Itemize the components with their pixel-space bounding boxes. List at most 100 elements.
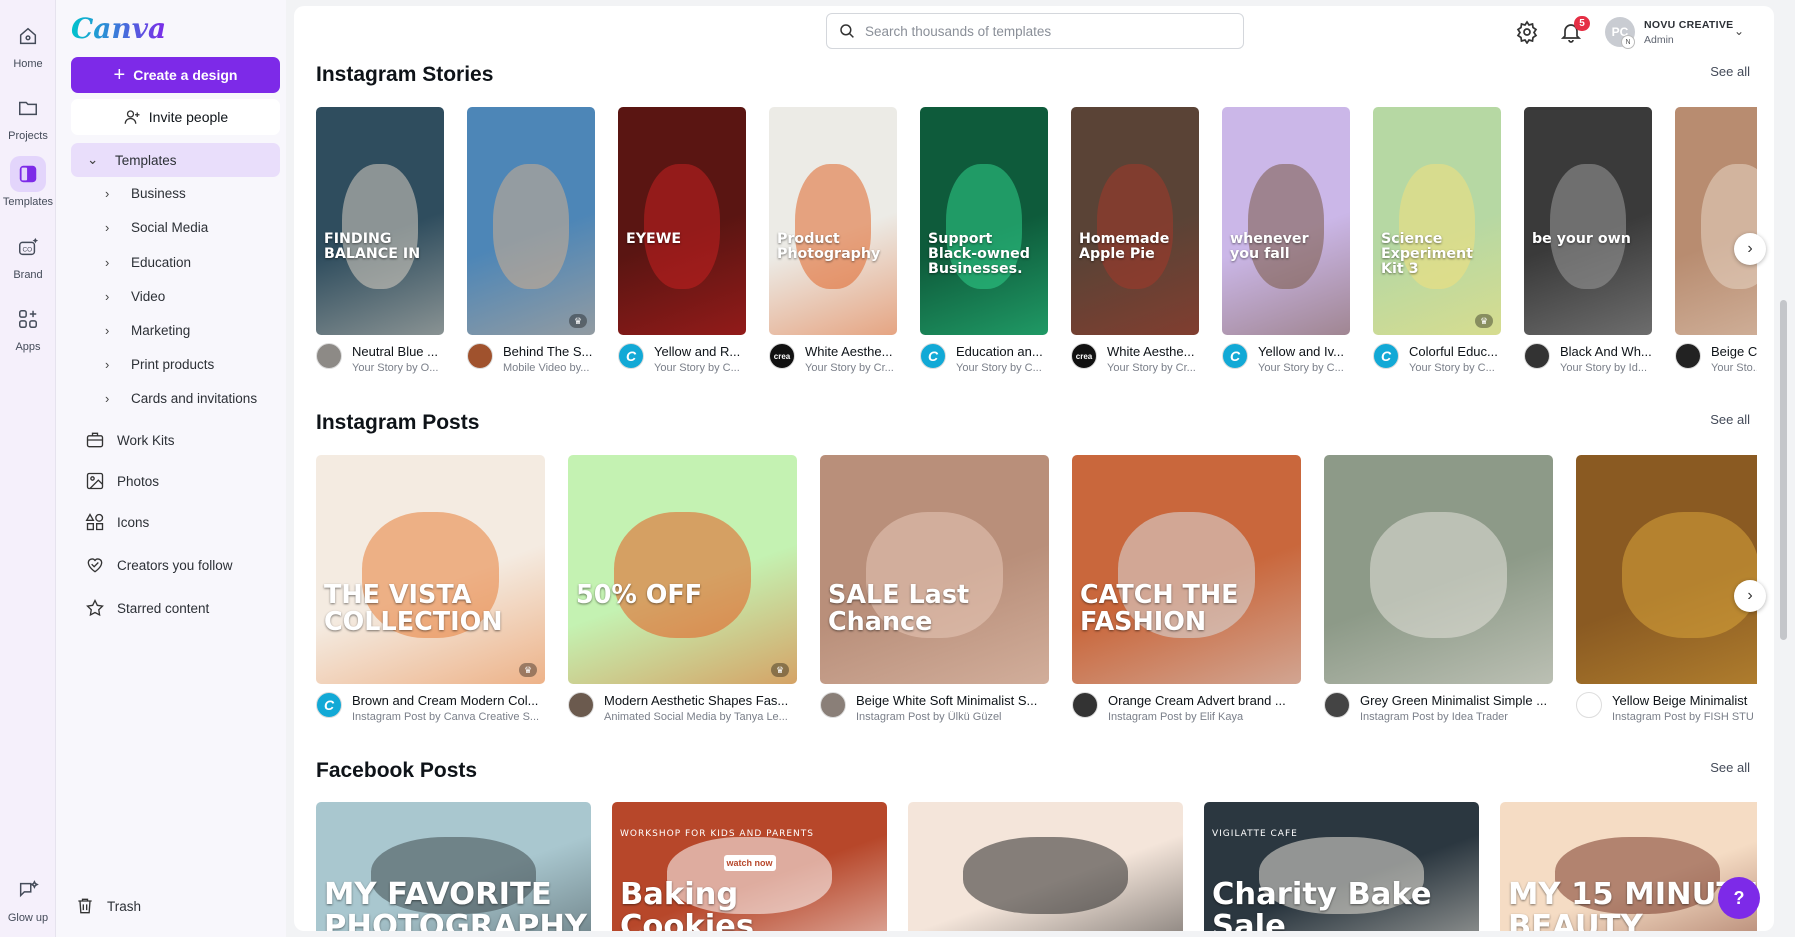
next-arrow-posts[interactable]: › <box>1734 580 1766 612</box>
template-title[interactable]: Brown and Cream Modern Col... <box>352 693 545 708</box>
template-title[interactable]: Yellow and R... <box>654 344 746 359</box>
template-author: Mobile Video by... <box>503 362 590 374</box>
account-name[interactable]: NOVU CREATIVE <box>1644 19 1733 31</box>
search-input[interactable] <box>865 23 1225 39</box>
template-card[interactable]: CATCH THE FASHION Orange Cream Advert bra… <box>1072 455 1301 728</box>
search-bar[interactable] <box>826 13 1244 49</box>
see-all-stories[interactable]: See all <box>1710 64 1750 79</box>
template-card[interactable]: FINDING BALANCE IN Neutral Blue ... Your S… <box>316 107 444 379</box>
see-all-posts[interactable]: See all <box>1710 412 1750 427</box>
template-card[interactable]: SALE Last Chance Beige White Soft Minimal… <box>820 455 1049 728</box>
rail-glow-up[interactable]: Glow up <box>0 872 56 924</box>
template-card[interactable]: MY 15 MINUTE BEAUTY ROUTINE <box>1500 802 1757 931</box>
template-card[interactable]: whenever you fall C Yellow and Iv... Your S… <box>1222 107 1350 379</box>
rail-templates[interactable]: Templates <box>0 156 56 208</box>
template-category-label: Education <box>131 254 192 270</box>
template-card[interactable]: Support Black-owned Businesses. C Educatio… <box>920 107 1048 379</box>
next-arrow-stories[interactable]: › <box>1734 233 1766 265</box>
template-thumbnail[interactable]: MY FAVORITE PHOTOGRAPHY TIPS <box>316 802 591 931</box>
template-thumbnail[interactable]: MY 15 MINUTE BEAUTY ROUTINE <box>1500 802 1757 931</box>
template-thumbnail[interactable]: Product Photography <box>769 107 897 335</box>
template-thumbnail[interactable] <box>1576 455 1757 684</box>
template-category-print-products[interactable]: › Print products <box>71 349 280 379</box>
template-card[interactable]: EYEWE C Yellow and R... Your Story by C... <box>618 107 746 379</box>
template-thumbnail[interactable]: whenever you fall <box>1222 107 1350 335</box>
template-thumbnail[interactable]: Charity Bake Sale VIGILATTE CAFE <box>1204 802 1479 931</box>
template-title[interactable]: Beige White Soft Minimalist S... <box>856 693 1049 708</box>
template-card[interactable]: ♛ Behind The S... Mobile Video by... <box>467 107 595 379</box>
sidebar-item-photos[interactable]: Photos <box>71 464 280 498</box>
template-thumbnail[interactable]: be your own <box>1524 107 1652 335</box>
canva-logo[interactable]: Canva <box>71 12 166 45</box>
template-card[interactable] <box>908 802 1183 931</box>
template-title[interactable]: Education an... <box>956 344 1048 359</box>
template-title[interactable]: Black And Wh... <box>1560 344 1652 359</box>
template-thumbnail[interactable]: SALE Last Chance <box>820 455 1049 684</box>
template-thumbnail[interactable]: EYEWE <box>618 107 746 335</box>
rail-brand[interactable]: CO Brand <box>0 229 56 281</box>
template-title[interactable]: Yellow and Iv... <box>1258 344 1350 359</box>
sidebar-item-trash[interactable]: Trash <box>71 889 280 923</box>
template-card[interactable]: Grey Green Minimalist Simple ... Instagra… <box>1324 455 1553 728</box>
create-design-button[interactable]: + Create a design <box>71 57 280 93</box>
template-thumbnail[interactable]: FINDING BALANCE IN <box>316 107 444 335</box>
template-thumbnail[interactable]: Homemade Apple Pie <box>1071 107 1199 335</box>
thumbnail-text: Support Black-owned Businesses. <box>928 231 1030 278</box>
template-thumbnail[interactable]: 50% OFF ♛ <box>568 455 797 684</box>
template-title[interactable]: Yellow Beige Minimalist <box>1612 693 1757 708</box>
chevron-right-icon: › <box>105 254 110 270</box>
rail-projects[interactable]: Projects <box>0 90 56 142</box>
template-card[interactable]: Yellow Beige Minimalist Instagram Post by… <box>1576 455 1757 728</box>
sidebar-item-templates[interactable]: ⌄ Templates <box>71 143 280 177</box>
template-card[interactable]: Homemade Apple Pie crea White Aesthe... You… <box>1071 107 1199 379</box>
template-card[interactable]: Science Experiment Kit 3 ♛ C Colorful Educ.… <box>1373 107 1501 379</box>
help-button[interactable]: ? <box>1718 877 1760 919</box>
template-category-cards-invitations[interactable]: › Cards and invitations <box>71 383 280 413</box>
rail-apps[interactable]: Apps <box>0 301 56 353</box>
template-card[interactable]: 50% OFF ♛ Modern Aesthetic Shapes Fas... An… <box>568 455 797 728</box>
template-card[interactable]: Baking Cookies WORKSHOP FOR KIDS AND PARE… <box>612 802 887 931</box>
template-thumbnail[interactable]: THE VISTA COLLECTION ♛ <box>316 455 545 684</box>
avatar <box>1576 692 1602 718</box>
template-thumbnail[interactable]: Baking Cookies WORKSHOP FOR KIDS AND PARE… <box>612 802 887 931</box>
template-thumbnail[interactable] <box>1324 455 1553 684</box>
template-category-social-media[interactable]: › Social Media <box>71 212 280 242</box>
template-thumbnail[interactable]: CATCH THE FASHION <box>1072 455 1301 684</box>
scrollbar[interactable] <box>1780 300 1787 640</box>
template-title[interactable]: Neutral Blue ... <box>352 344 444 359</box>
invite-people-button[interactable]: Invite people <box>71 99 280 135</box>
template-category-marketing[interactable]: › Marketing <box>71 315 280 345</box>
template-title[interactable]: Grey Green Minimalist Simple ... <box>1360 693 1553 708</box>
template-title[interactable]: White Aesthe... <box>1107 344 1199 359</box>
template-card[interactable]: be your own Black And Wh... Your Story by … <box>1524 107 1652 379</box>
template-thumbnail[interactable]: Support Black-owned Businesses. <box>920 107 1048 335</box>
template-thumbnail[interactable]: Science Experiment Kit 3 ♛ <box>1373 107 1501 335</box>
template-category-education[interactable]: › Education <box>71 247 280 277</box>
rail-home[interactable]: Home <box>0 18 56 70</box>
template-title[interactable]: Behind The S... <box>503 344 595 359</box>
template-category-business[interactable]: › Business <box>71 178 280 208</box>
sidebar-item-icons[interactable]: Icons <box>71 505 280 539</box>
template-card[interactable]: THE VISTA COLLECTION ♛ C Brown and Cream Mo… <box>316 455 545 728</box>
chevron-right-icon: › <box>105 356 110 372</box>
template-card[interactable]: MY FAVORITE PHOTOGRAPHY TIPS <box>316 802 591 931</box>
template-thumbnail[interactable]: ♛ <box>467 107 595 335</box>
template-title[interactable]: Modern Aesthetic Shapes Fas... <box>604 693 797 708</box>
gear-icon[interactable] <box>1515 20 1539 44</box>
thumbnail-text: whenever you fall <box>1230 231 1309 263</box>
template-card[interactable]: Product Photography crea White Aesthe... Yo… <box>769 107 897 379</box>
template-card[interactable]: Charity Bake Sale VIGILATTE CAFE <box>1204 802 1479 931</box>
template-thumbnail[interactable] <box>1675 107 1757 335</box>
sidebar-item-creators[interactable]: Creators you follow <box>71 548 280 582</box>
template-title[interactable]: White Aesthe... <box>805 344 897 359</box>
sidebar-item-starred[interactable]: Starred content <box>71 591 280 625</box>
template-title[interactable]: Colorful Educ... <box>1409 344 1501 359</box>
template-thumbnail[interactable] <box>908 802 1183 931</box>
template-category-video[interactable]: › Video <box>71 281 280 311</box>
template-title[interactable]: Beige C... <box>1711 344 1757 359</box>
sidebar-item-work-kits[interactable]: Work Kits <box>71 423 280 457</box>
chevron-down-icon[interactable]: ⌄ <box>1734 24 1744 38</box>
see-all-facebook[interactable]: See all <box>1710 760 1750 775</box>
avatar <box>467 343 493 369</box>
template-title[interactable]: Orange Cream Advert brand ... <box>1108 693 1301 708</box>
